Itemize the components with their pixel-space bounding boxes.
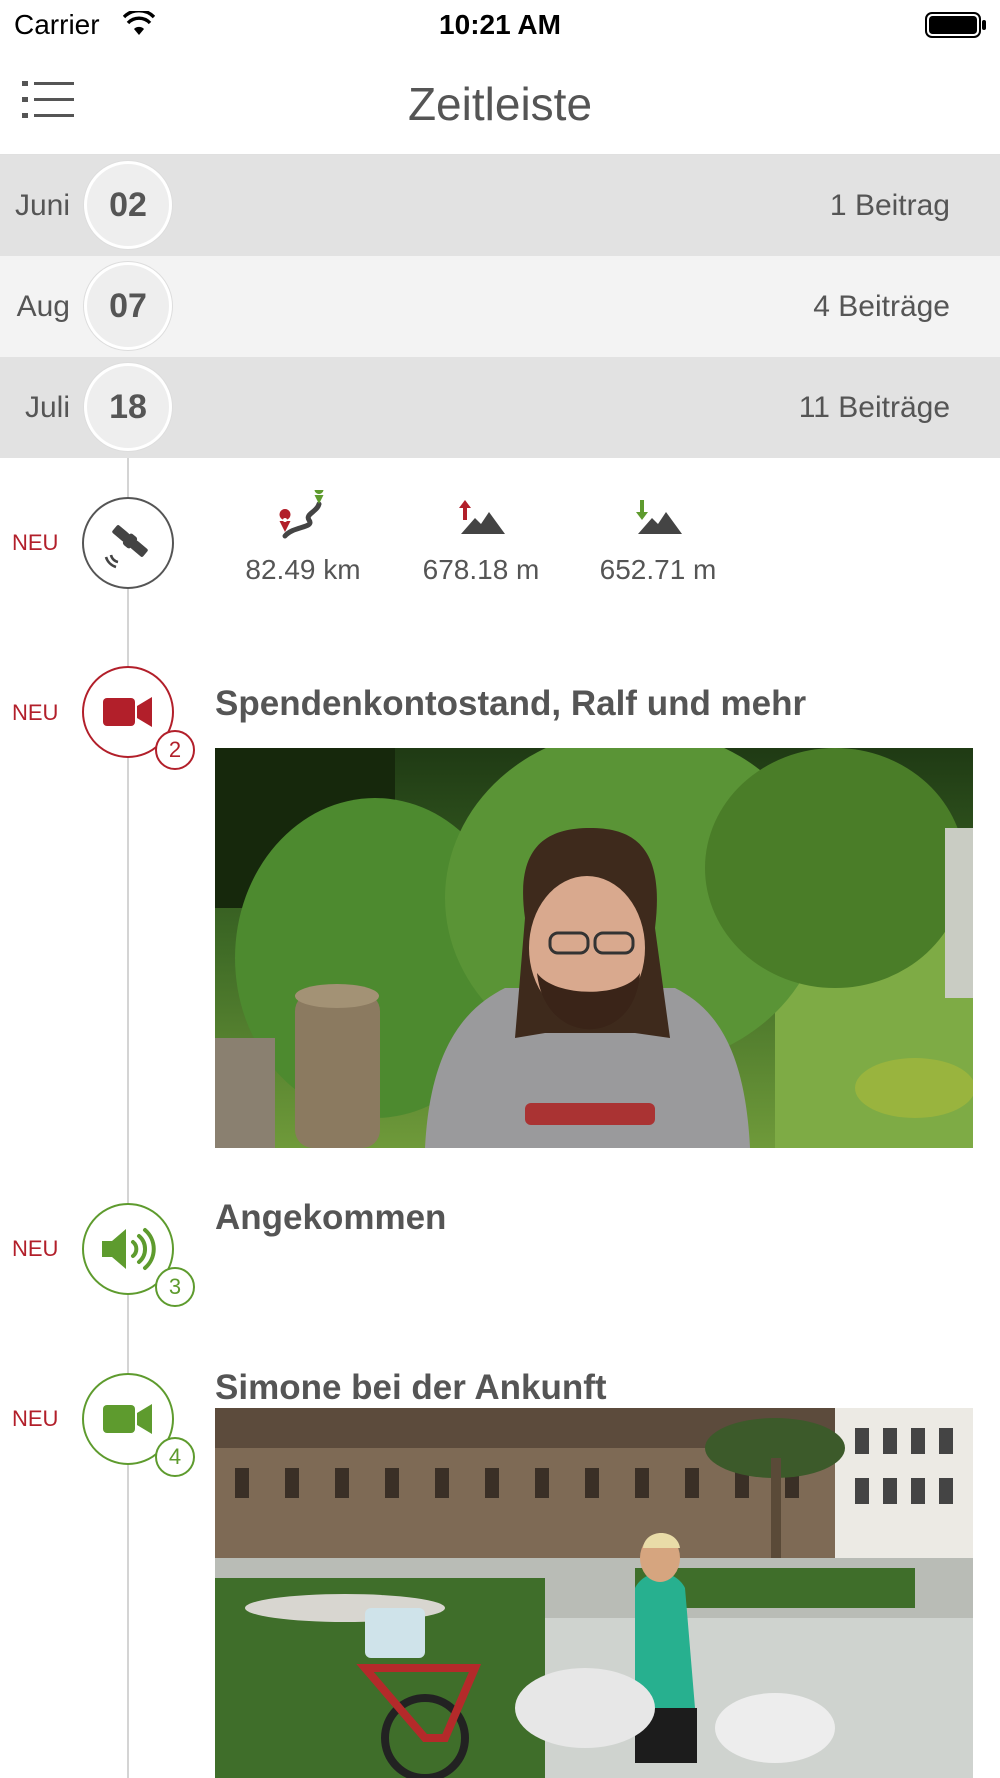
- video-thumbnail[interactable]: [215, 748, 973, 1148]
- date-day-circle: 18: [84, 363, 172, 451]
- page-title: Zeitleiste: [407, 78, 593, 130]
- stat-distance: 82.49 km: [218, 490, 388, 586]
- ascent-icon: [459, 500, 505, 534]
- new-label: NEU: [12, 530, 59, 555]
- stat-descent: 652.71 m: [573, 490, 743, 586]
- battery-icon: [925, 12, 986, 38]
- clock: 10:21 AM: [439, 9, 561, 40]
- media-count-badge: 4: [155, 1437, 195, 1477]
- video-thumbnail[interactable]: [215, 1408, 973, 1778]
- date-row-juni-02[interactable]: Juni 02 1 Beitrag: [0, 155, 1000, 256]
- stat-ascent: 678.18 m: [396, 490, 566, 586]
- media-count-badge: 3: [155, 1267, 195, 1307]
- post-count: 1 Beitrag: [829, 189, 950, 222]
- video-thumbnail-image: [215, 1408, 973, 1778]
- date-month: Juli: [24, 391, 70, 424]
- date-row-aug-07[interactable]: Aug 07 4 Beiträge: [0, 256, 1000, 357]
- status-bar: Carrier 10:21 AM: [0, 0, 1000, 50]
- date-day-circle: 02: [84, 161, 172, 249]
- new-label: NEU: [12, 700, 59, 725]
- entry-title[interactable]: Spendenkontostand, Ralf und mehr: [215, 684, 806, 724]
- new-label: NEU: [12, 1236, 59, 1261]
- distance-value: 82.49 km: [245, 554, 361, 585]
- satellite-icon: [104, 525, 148, 569]
- date-day-circle: 07: [84, 262, 172, 350]
- post-count: 4 Beiträge: [813, 290, 950, 323]
- entry-title[interactable]: Angekommen: [215, 1198, 446, 1238]
- video-thumbnail-image: [215, 748, 973, 1148]
- date-month: Juni: [14, 189, 70, 222]
- ascent-value: 678.18 m: [422, 554, 540, 585]
- route-icon: [279, 490, 324, 539]
- descent-value: 652.71 m: [599, 554, 717, 585]
- gps-entry-circle[interactable]: [82, 497, 174, 589]
- entry-title[interactable]: Simone bei der Ankunft: [215, 1368, 607, 1408]
- navigation-bar: Zeitleiste: [0, 55, 1000, 155]
- new-label: NEU: [12, 1406, 59, 1431]
- media-count-badge: 2: [155, 730, 195, 770]
- descent-icon: [636, 500, 682, 534]
- date-month: Aug: [16, 290, 70, 323]
- date-row-juli-18[interactable]: Juli 18 11 Beiträge: [0, 357, 1000, 458]
- post-count: 11 Beiträge: [798, 391, 950, 424]
